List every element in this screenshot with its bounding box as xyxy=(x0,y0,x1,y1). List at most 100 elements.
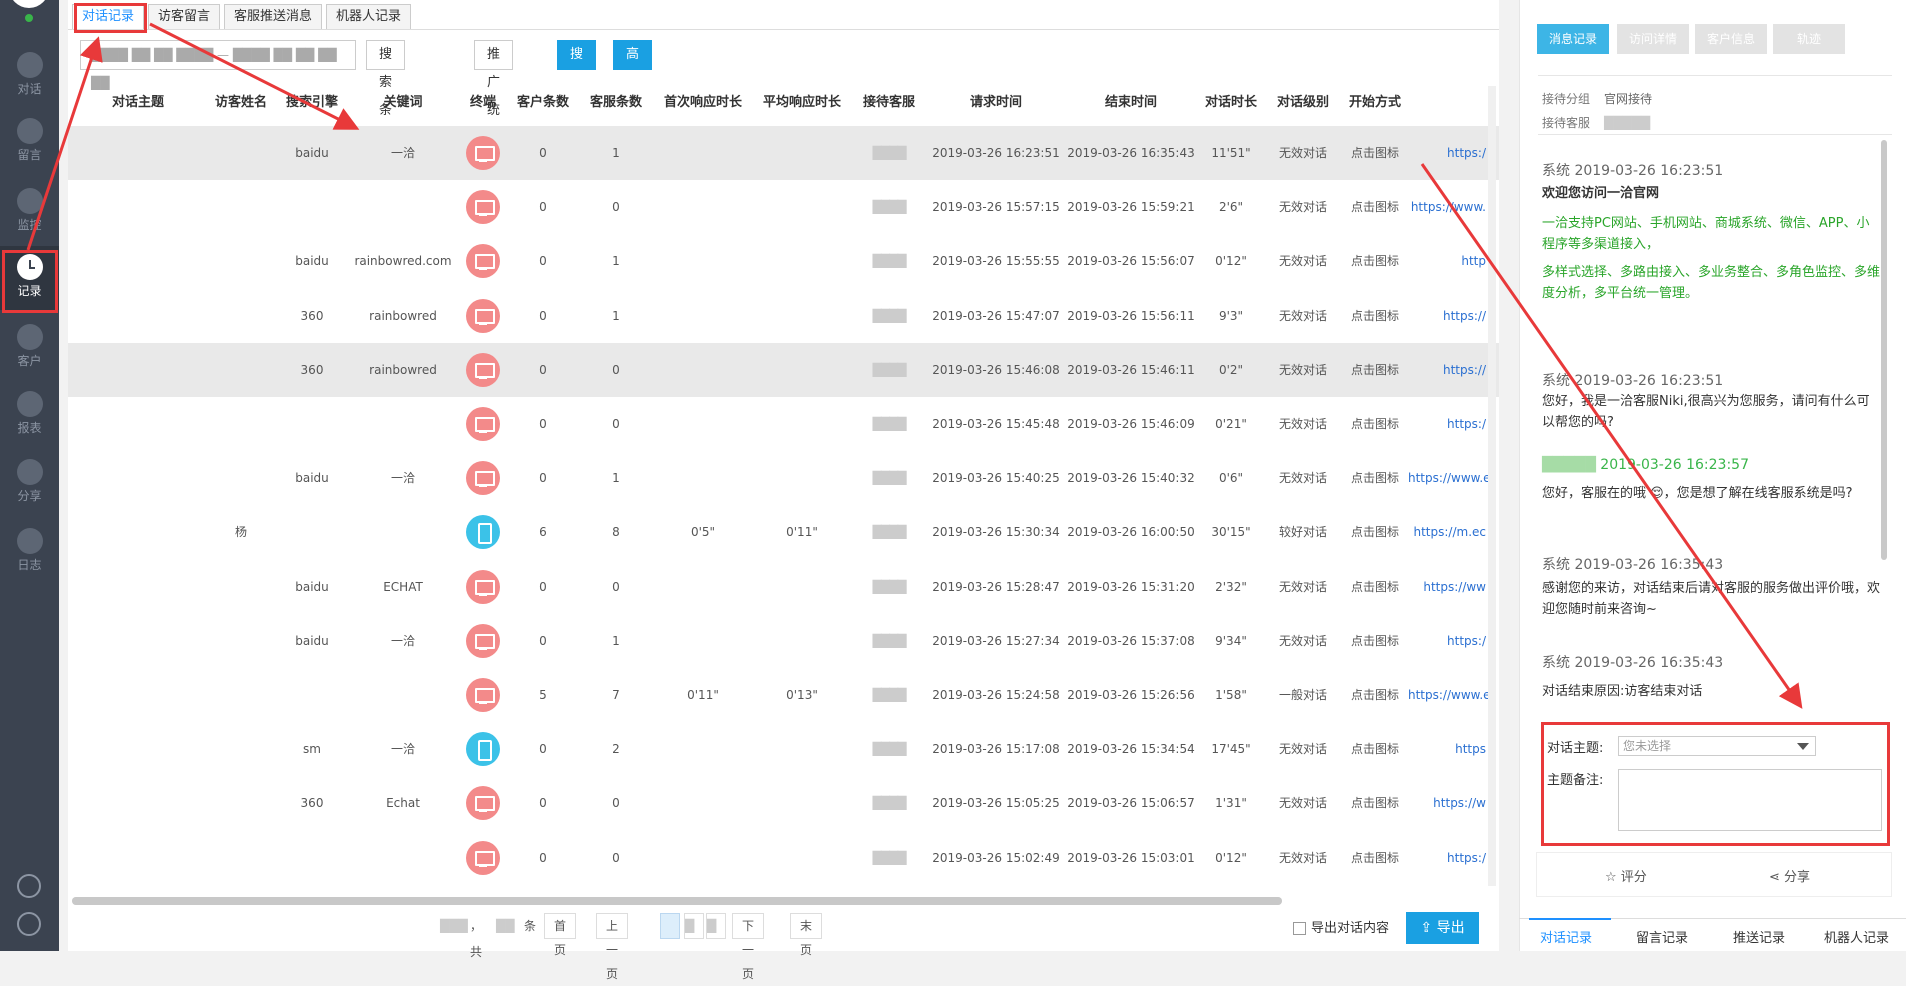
sidebar-item-chat[interactable]: 对话 xyxy=(0,44,59,108)
column-header[interactable]: 对话级别 xyxy=(1268,86,1338,120)
sidebar-item-monitor[interactable]: 监控 xyxy=(0,180,59,244)
tab-divider xyxy=(68,29,1499,30)
column-header[interactable]: 开始方式 xyxy=(1340,86,1410,120)
settings-icon[interactable] xyxy=(17,874,41,898)
cell-link[interactable]: https:// xyxy=(1408,289,1488,343)
column-header[interactable]: 对话主题 xyxy=(83,86,193,120)
bottom-tab-robot-records[interactable]: 机器人记录 xyxy=(1824,927,1889,946)
column-header[interactable]: 客户条数 xyxy=(513,86,573,120)
tab-visit-details[interactable]: 访问详情 xyxy=(1617,24,1689,54)
cell-link[interactable]: https:// xyxy=(1408,343,1488,397)
advanced-search-button[interactable]: 高级搜索 xyxy=(613,40,653,146)
cell-first xyxy=(653,234,753,288)
cell-topic xyxy=(83,722,193,776)
cell-start: 点击图标 xyxy=(1350,525,1399,539)
search-button[interactable]: 搜索 xyxy=(557,40,597,90)
sidebar-item-customer[interactable]: 客户 xyxy=(0,316,59,380)
table-row[interactable]: 360 rainbowred 0 0 ████ 2019-03-26 15:46:08 20… xyxy=(68,343,1499,397)
bottom-tab-message-records[interactable]: 留言记录 xyxy=(1636,927,1688,946)
search-condition-dropdown[interactable]: 搜索条件 ▾ xyxy=(366,40,406,174)
cell-link[interactable]: https://www. xyxy=(1408,180,1488,234)
cell-end: 2019-03-26 15:46:11 xyxy=(1067,363,1195,377)
last-page-button[interactable]: 末页 xyxy=(790,913,823,957)
page-button[interactable]: █ xyxy=(706,913,726,939)
sidebar-item-share[interactable]: 分享 xyxy=(0,451,59,515)
table-row[interactable]: baidu rainbowred.com 0 1 ████ 2019-03-26 15:5… xyxy=(68,234,1499,288)
table-row[interactable]: 杨 6 8 0'5" 0'11" ████ 2019-03-26 15:30:34 2019-… xyxy=(68,505,1499,559)
column-header[interactable]: 接待客服 xyxy=(854,86,924,120)
prev-page-button[interactable]: 上一页 xyxy=(596,913,629,981)
cell-agent: ████ xyxy=(872,688,907,702)
bottom-tab-push-records[interactable]: 推送记录 xyxy=(1733,927,1785,946)
remark-textarea[interactable] xyxy=(1618,769,1882,831)
power-icon[interactable] xyxy=(17,912,41,936)
tab-message-records[interactable]: 消息记录 xyxy=(1537,24,1609,54)
cell-avg xyxy=(752,614,852,668)
table-row[interactable]: 360 Echat 0 0 ████ 2019-03-26 15:05:25 2019-03… xyxy=(68,776,1499,830)
avatar[interactable] xyxy=(9,0,49,8)
table-row[interactable]: baidu 一洽 0 1 ████ 2019-03-26 16:23:51 2019-03-… xyxy=(68,126,1499,180)
page-button[interactable]: █ xyxy=(660,913,680,939)
tab-trajectory[interactable]: 轨迹 xyxy=(1773,24,1845,54)
table-row[interactable]: baidu 一洽 0 1 ████ 2019-03-26 15:40:25 2019-03-… xyxy=(68,451,1499,505)
cell-link[interactable]: https:/ xyxy=(1408,126,1488,180)
cell-link[interactable]: https xyxy=(1408,722,1488,776)
cell-agent-cnt: 1 xyxy=(612,471,620,485)
cell-link[interactable]: https://w xyxy=(1408,776,1488,830)
column-header[interactable]: 关键词 xyxy=(348,86,458,120)
column-header[interactable]: 平均响应时长 xyxy=(752,86,852,120)
table-row[interactable]: sm 一洽 0 2 ████ 2019-03-26 15:17:08 2019-03-26 … xyxy=(68,722,1499,776)
tab-push-messages[interactable]: 客服推送消息 xyxy=(224,4,323,30)
cell-link[interactable]: https:/ xyxy=(1408,614,1488,668)
date-range-input[interactable]: ████ ██ ██ ████ — ████ ██ ██ ██ ██ xyxy=(80,40,356,90)
tab-visitor-messages[interactable]: 访客留言 xyxy=(148,4,221,30)
table-row[interactable]: baidu 一洽 0 1 ████ 2019-03-26 15:27:34 2019-03-… xyxy=(68,614,1499,668)
topic-select[interactable]: 您未选择 xyxy=(1618,736,1816,756)
column-header[interactable]: 客服条数 xyxy=(586,86,646,120)
tab-robot-records[interactable]: 机器人记录 xyxy=(326,4,412,30)
bottom-tab-chat-records[interactable]: 对话记录 xyxy=(1540,927,1592,946)
column-header[interactable]: 请求时间 xyxy=(931,86,1061,120)
cell-link[interactable]: https://ww xyxy=(1408,560,1488,614)
cell-cust: 0 xyxy=(539,309,547,323)
table-vertical-scrollbar[interactable] xyxy=(1488,86,1496,886)
promo-stats-dropdown[interactable]: 推广统计▾ xyxy=(474,40,514,174)
share-button[interactable]: ⋖ 分享 xyxy=(1769,866,1810,885)
export-content-checkbox[interactable] xyxy=(1293,922,1306,935)
first-page-button[interactable]: 首页 xyxy=(544,913,577,957)
column-header[interactable]: 结束时间 xyxy=(1066,86,1196,120)
cell-end: 2019-03-26 15:37:08 xyxy=(1067,634,1195,648)
table-row[interactable]: 0 0 ████ 2019-03-26 15:45:48 2019-03-26 15:4… xyxy=(68,397,1499,451)
table-row[interactable]: 0 0 ████ 2019-03-26 15:57:15 2019-03-26 15:5… xyxy=(68,180,1499,234)
cell-link[interactable]: https://www.e xyxy=(1408,451,1488,505)
column-header[interactable]: 对话时长 xyxy=(1196,86,1266,120)
column-header[interactable]: 访客姓名 xyxy=(206,86,276,120)
table-row[interactable]: baidu ECHAT 0 0 ████ 2019-03-26 15:28:47 2019-… xyxy=(68,560,1499,614)
cell-keyword: 一洽 xyxy=(390,471,415,485)
cell-engine: baidu xyxy=(295,254,329,268)
cell-link[interactable]: https:/ xyxy=(1408,397,1488,451)
column-header[interactable]: 搜索引擎 xyxy=(277,86,347,120)
column-header[interactable]: 终端 xyxy=(463,86,503,120)
chat-scrollbar[interactable] xyxy=(1881,140,1887,560)
cell-link[interactable]: https://www.e xyxy=(1408,668,1488,722)
cell-link[interactable]: https:/ xyxy=(1408,831,1488,885)
rate-button[interactable]: ☆ 评分 xyxy=(1605,866,1647,885)
next-page-button[interactable]: 下一页 xyxy=(732,913,765,981)
table-row[interactable]: 5 7 0'11" 0'13" ████ 2019-03-26 15:24:58 2019-… xyxy=(68,668,1499,722)
cell-link[interactable]: http xyxy=(1408,234,1488,288)
column-header[interactable]: 首次响应时长 xyxy=(653,86,753,120)
table-horizontal-scrollbar[interactable] xyxy=(72,897,1282,905)
table-row[interactable]: 360 rainbowred 0 1 ████ 2019-03-26 15:47:07 20… xyxy=(68,289,1499,343)
table-row[interactable]: 0 0 ████ 2019-03-26 15:02:49 2019-03-26 15:0… xyxy=(68,831,1499,885)
sidebar-item-report[interactable]: 报表 xyxy=(0,383,59,447)
sidebar-item-mail[interactable]: 留言 xyxy=(0,110,59,174)
cell-cust: 0 xyxy=(539,742,547,756)
cell-topic xyxy=(83,234,193,288)
page-button[interactable]: █ xyxy=(684,913,704,939)
sidebar-item-log[interactable]: 日志 xyxy=(0,520,59,584)
message-header: 系统 2019-03-26 16:23:51 xyxy=(1542,163,1724,179)
tab-customer-info[interactable]: 客户信息 xyxy=(1695,24,1767,54)
cell-link[interactable]: https://m.ec xyxy=(1408,505,1488,559)
export-button[interactable]: ⇪ 导出 xyxy=(1406,912,1479,944)
